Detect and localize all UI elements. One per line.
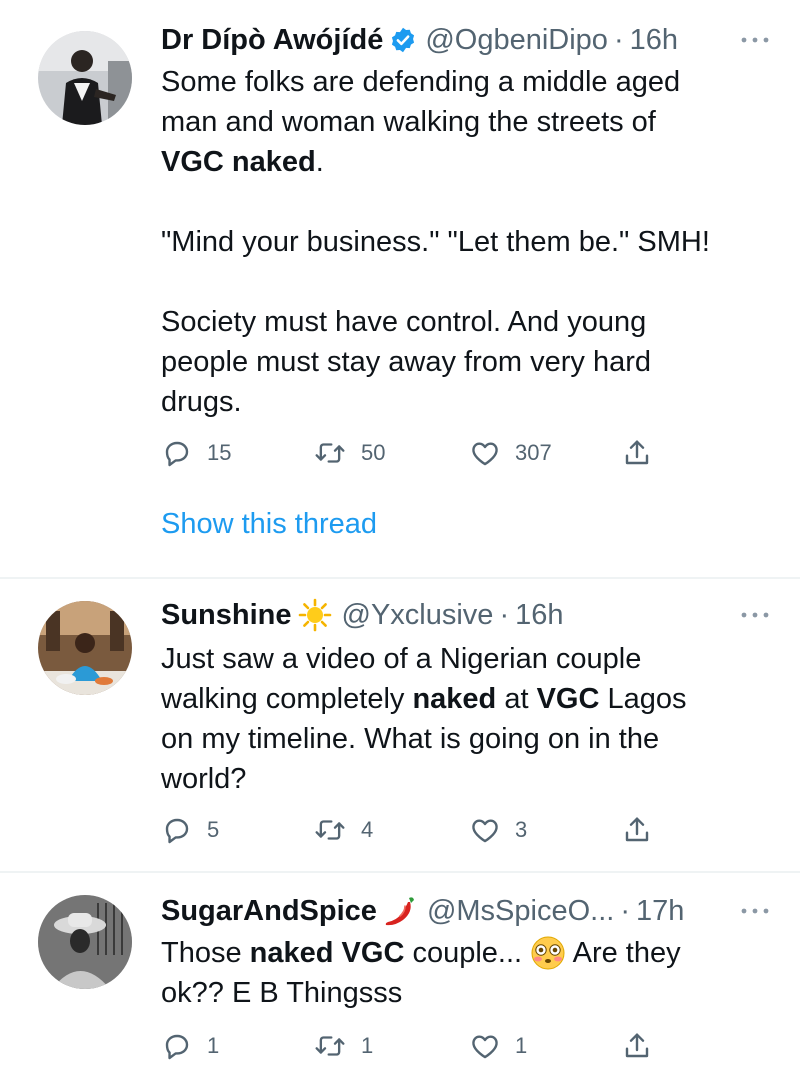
like-button[interactable]: 1 bbox=[469, 1026, 527, 1066]
highlighted-keyword: VGC bbox=[536, 683, 600, 715]
like-button[interactable]: 3 bbox=[469, 810, 527, 850]
retweet-count: 1 bbox=[361, 1033, 374, 1058]
share-button[interactable] bbox=[621, 433, 653, 473]
reply-button[interactable]: 1 bbox=[161, 1026, 219, 1066]
retweet-icon bbox=[313, 437, 347, 469]
text-line: Some folks are defending a middle aged bbox=[161, 66, 681, 98]
avatar-msspiceo[interactable] bbox=[38, 895, 132, 989]
like-icon bbox=[469, 437, 501, 469]
highlighted-keyword: naked bbox=[412, 683, 497, 715]
text-line: Society must have control. And young bbox=[161, 306, 647, 338]
reply-count: 15 bbox=[207, 440, 232, 465]
more-icon[interactable] bbox=[740, 891, 770, 931]
text-line: ok?? E B Thingsss bbox=[161, 977, 403, 1009]
tweet-header: Dr Dípò Awójídé @OgbeniDipo · 16h bbox=[161, 20, 770, 60]
tweet-header: Sunshine @Yxclusive · 16h bbox=[161, 595, 770, 635]
flushed-face-emoji-icon bbox=[530, 935, 566, 971]
display-name[interactable]: Sunshine bbox=[161, 599, 292, 632]
hot-pepper-emoji-icon bbox=[383, 894, 417, 928]
like-count: 307 bbox=[515, 440, 552, 465]
retweet-count: 4 bbox=[361, 817, 374, 842]
reply-count: 5 bbox=[207, 817, 220, 842]
reply-icon bbox=[161, 1030, 193, 1062]
retweet-button[interactable]: 1 bbox=[313, 1026, 373, 1066]
text-line: world? bbox=[161, 763, 247, 795]
retweet-icon bbox=[313, 1030, 347, 1062]
text-line: Those naked VGC couple... Are they bbox=[161, 933, 770, 973]
share-button[interactable] bbox=[621, 810, 653, 850]
retweet-button[interactable]: 50 bbox=[313, 433, 385, 473]
tweet-3[interactable]: SugarAndSpice @MsSpiceO... · 17h Those n… bbox=[0, 873, 800, 1080]
share-icon bbox=[621, 1030, 653, 1062]
like-button[interactable]: 307 bbox=[469, 433, 552, 473]
user-handle[interactable]: @Yxclusive bbox=[342, 599, 494, 632]
tweet-text: Just saw a video of a Nigerian couple wa… bbox=[161, 639, 770, 799]
tweet-text: Some folks are defending a middle aged m… bbox=[161, 62, 770, 422]
highlighted-keyword: VGC naked bbox=[161, 146, 316, 178]
timestamp[interactable]: 16h bbox=[515, 599, 563, 632]
reply-button[interactable]: 5 bbox=[161, 810, 219, 850]
timestamp[interactable]: 16h bbox=[630, 24, 678, 57]
tweet-actions: 15 50 307 bbox=[161, 433, 681, 473]
separator-dot: · bbox=[499, 598, 510, 631]
text-line: Just saw a video of a Nigerian couple bbox=[161, 643, 642, 675]
reply-icon bbox=[161, 814, 193, 846]
more-icon[interactable] bbox=[740, 20, 770, 60]
highlighted-keyword: naked VGC bbox=[249, 937, 405, 969]
tweet-2[interactable]: Sunshine @Yxclusive · 16h Just saw a vid… bbox=[0, 579, 800, 869]
retweet-count: 50 bbox=[361, 440, 386, 465]
text-line: on my timeline. What is going on in the bbox=[161, 723, 660, 755]
retweet-button[interactable]: 4 bbox=[313, 810, 373, 850]
like-icon bbox=[469, 814, 501, 846]
tweet-1[interactable]: Dr Dípò Awójídé @OgbeniDipo · 16h Some f… bbox=[0, 0, 800, 578]
text-line: people must stay away from very hard bbox=[161, 346, 651, 378]
user-handle[interactable]: @MsSpiceO... bbox=[427, 895, 614, 928]
share-icon bbox=[621, 814, 653, 846]
retweet-icon bbox=[313, 814, 347, 846]
text-line: man and woman walking the streets of bbox=[161, 106, 656, 138]
text-line: "Mind your business." "Let them be." SMH… bbox=[161, 226, 710, 258]
verified-badge-icon bbox=[389, 26, 417, 54]
like-count: 1 bbox=[515, 1033, 528, 1058]
reply-icon bbox=[161, 437, 193, 469]
reply-count: 1 bbox=[207, 1033, 220, 1058]
sun-emoji-icon bbox=[298, 598, 332, 632]
timestamp[interactable]: 17h bbox=[636, 895, 684, 928]
tweet-actions: 1 1 1 bbox=[161, 1026, 681, 1066]
tweet-actions: 5 4 3 bbox=[161, 810, 681, 850]
like-count: 3 bbox=[515, 817, 528, 842]
text-line: walking completely naked at VGC Lagos bbox=[161, 683, 687, 715]
avatar-yxclusive[interactable] bbox=[38, 601, 132, 695]
avatar-ogbenidipo[interactable] bbox=[38, 31, 132, 125]
text-line: VGC naked. bbox=[161, 146, 324, 178]
show-thread-link[interactable]: Show this thread bbox=[161, 508, 377, 541]
tweet-header: SugarAndSpice @MsSpiceO... · 17h bbox=[161, 891, 770, 931]
reply-button[interactable]: 15 bbox=[161, 433, 231, 473]
tweet-text: Those naked VGC couple... Are they ok?? … bbox=[161, 933, 770, 1013]
more-icon[interactable] bbox=[740, 595, 770, 635]
share-button[interactable] bbox=[621, 1026, 653, 1066]
separator-dot: · bbox=[620, 894, 630, 927]
share-icon bbox=[621, 437, 653, 469]
like-icon bbox=[469, 1030, 501, 1062]
separator-dot: · bbox=[613, 23, 624, 56]
user-handle[interactable]: @OgbeniDipo bbox=[425, 24, 608, 57]
text-line: drugs. bbox=[161, 386, 242, 418]
display-name[interactable]: Dr Dípò Awójídé bbox=[161, 24, 383, 57]
display-name[interactable]: SugarAndSpice bbox=[161, 895, 377, 928]
